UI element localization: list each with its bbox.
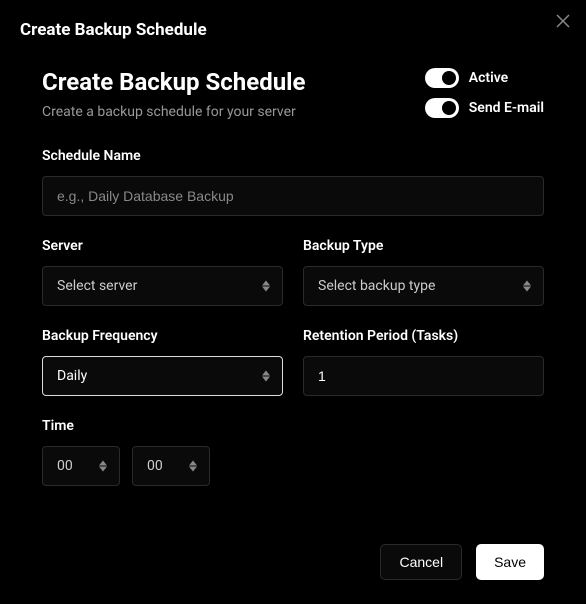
time-minute-value: 00 bbox=[147, 458, 163, 474]
chevron-up-down-icon bbox=[262, 281, 270, 292]
create-backup-dialog: Create Backup Schedule Create Backup Sch… bbox=[0, 0, 586, 604]
time-minute-select[interactable]: 00 bbox=[132, 446, 210, 486]
chevron-up-down-icon bbox=[262, 371, 270, 382]
page-subtitle: Create a backup schedule for your server bbox=[42, 104, 425, 120]
chevron-up-down-icon bbox=[523, 281, 531, 292]
schedule-name-input[interactable] bbox=[42, 176, 544, 216]
server-label: Server bbox=[42, 238, 283, 254]
schedule-name-label: Schedule Name bbox=[42, 148, 544, 164]
backup-type-select[interactable]: Select backup type bbox=[303, 266, 544, 306]
chevron-up-down-icon bbox=[189, 461, 197, 472]
save-button[interactable]: Save bbox=[476, 544, 544, 580]
retention-label: Retention Period (Tasks) bbox=[303, 328, 544, 344]
active-toggle[interactable] bbox=[425, 68, 459, 88]
frequency-label: Backup Frequency bbox=[42, 328, 283, 344]
send-email-toggle[interactable] bbox=[425, 98, 459, 118]
dialog-title: Create Backup Schedule bbox=[20, 20, 566, 40]
time-label: Time bbox=[42, 418, 544, 434]
time-hour-value: 00 bbox=[57, 458, 73, 474]
time-hour-select[interactable]: 00 bbox=[42, 446, 120, 486]
backup-type-select-value: Select backup type bbox=[318, 278, 435, 294]
backup-type-label: Backup Type bbox=[303, 238, 544, 254]
server-select[interactable]: Select server bbox=[42, 266, 283, 306]
close-icon bbox=[556, 14, 570, 28]
retention-input[interactable] bbox=[303, 356, 544, 396]
frequency-select-value: Daily bbox=[57, 368, 87, 384]
page-title: Create Backup Schedule bbox=[42, 68, 425, 96]
server-select-value: Select server bbox=[57, 278, 137, 294]
chevron-up-down-icon bbox=[99, 461, 107, 472]
cancel-button[interactable]: Cancel bbox=[380, 544, 462, 580]
close-button[interactable] bbox=[554, 12, 572, 30]
frequency-select[interactable]: Daily bbox=[42, 356, 283, 396]
send-email-toggle-label: Send E-mail bbox=[469, 100, 544, 116]
active-toggle-label: Active bbox=[469, 70, 508, 86]
